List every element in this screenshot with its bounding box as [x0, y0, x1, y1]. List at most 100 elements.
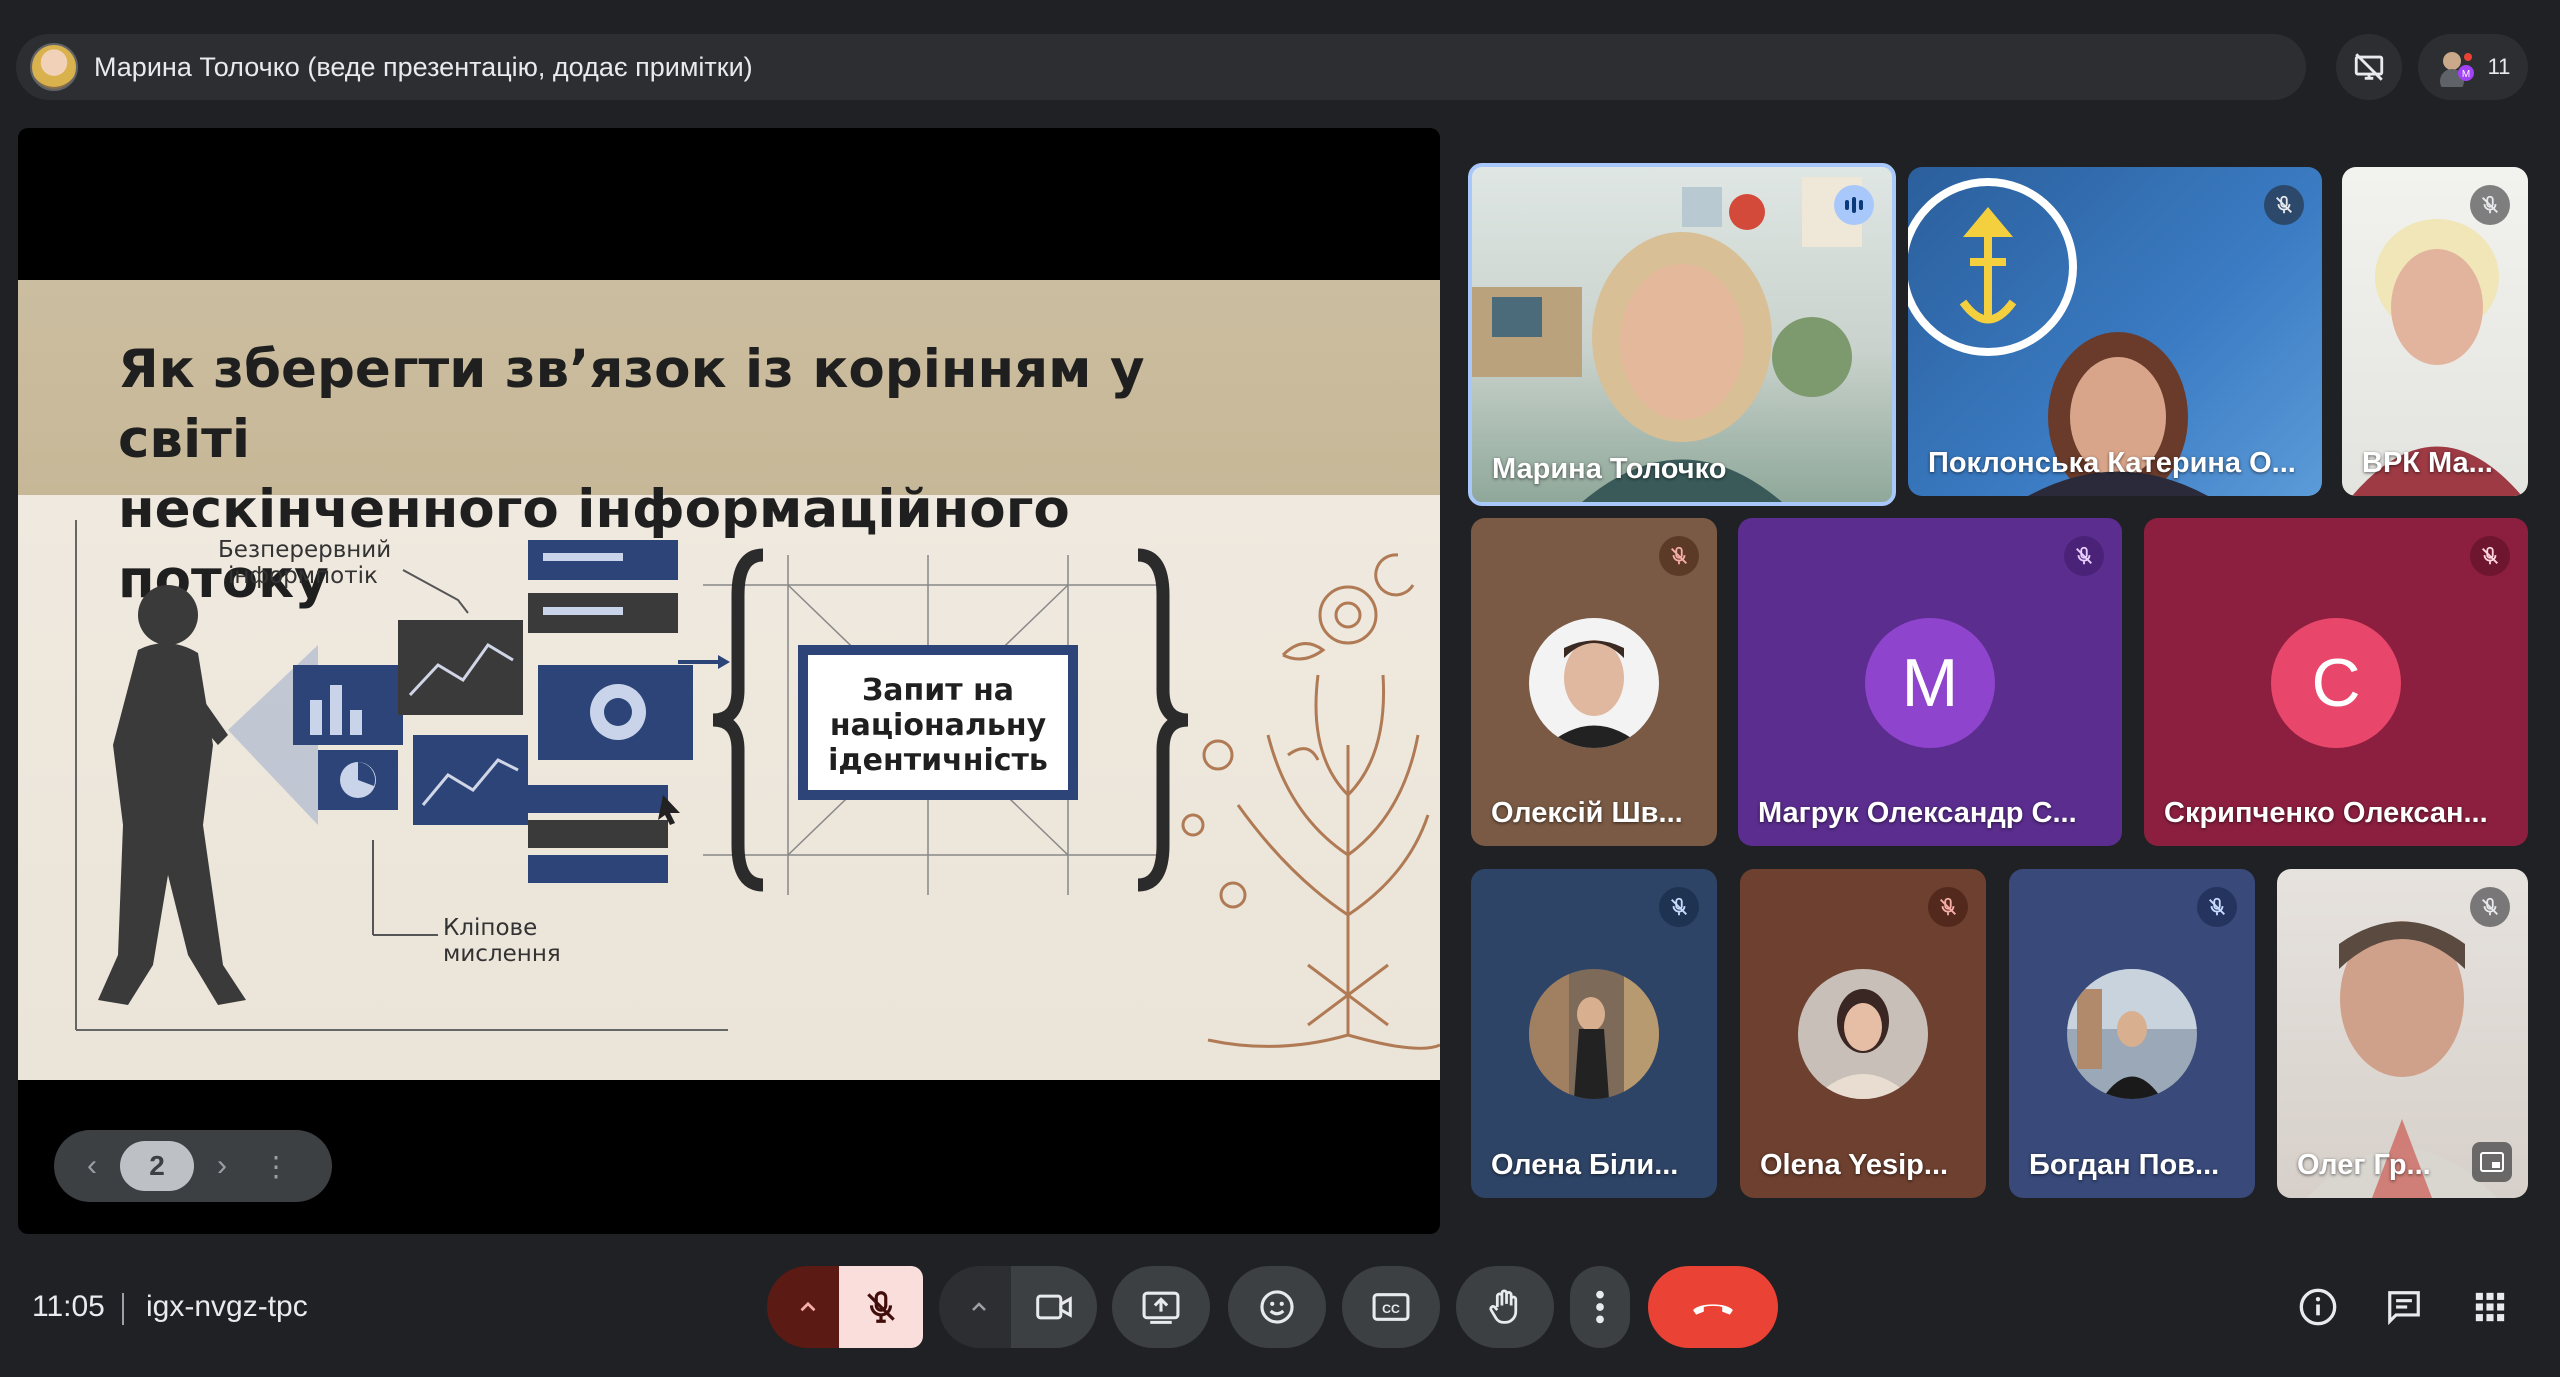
present-screen-button[interactable] [1112, 1266, 1210, 1348]
participant-avatar [1529, 618, 1659, 748]
apps-grid-icon [2475, 1292, 2505, 1322]
participant-avatar [1529, 969, 1659, 1099]
avatar-photo [1813, 989, 1913, 1099]
slide-illustration: Безперервний інформпотік Кліпове мисленн… [75, 520, 1440, 1050]
activities-button[interactable] [2465, 1282, 2515, 1332]
more-vert-icon[interactable]: ⋮ [256, 1150, 296, 1183]
closed-captions-icon: CC [1372, 1293, 1410, 1321]
footer-divider [122, 1293, 124, 1325]
mic-off-icon [2076, 546, 2092, 565]
page-number[interactable]: 2 [120, 1141, 194, 1191]
tree-of-life-ornament [1181, 553, 1440, 1050]
chevron-up-icon [800, 1301, 816, 1312]
slide-pager: ‹ 2 › ⋮ [54, 1130, 332, 1202]
presentation-off-button[interactable] [2336, 34, 2402, 100]
label-infostream-1: Безперервний [218, 537, 391, 563]
info-icon [2299, 1288, 2337, 1326]
participant-tile[interactable]: Богдан Пов... [2009, 869, 2255, 1198]
more-options-button[interactable] [1570, 1266, 1630, 1348]
presenter-bar-text: Марина Толочко (веде презентацію, додає … [94, 51, 753, 82]
more-vert-icon [1596, 1290, 1604, 1324]
participant-name: Поклонська Катерина О... [1928, 447, 2296, 479]
right-brace [1137, 548, 1189, 892]
participant-count: 11 [2487, 54, 2511, 79]
mic-off-icon [2276, 195, 2292, 214]
slide: Як зберегти зв’язок із корінням у світі … [18, 280, 1440, 1080]
label-infostream-2: інформпотік [228, 563, 378, 589]
participant-tile[interactable]: Olena Yesip... [1740, 869, 1986, 1198]
meeting-details-button[interactable] [2293, 1282, 2343, 1332]
mic-off-indicator [2470, 887, 2510, 927]
chevron-right-icon[interactable]: › [202, 1149, 242, 1183]
mic-off-indicator [1659, 887, 1699, 927]
camera-toggle-button[interactable] [1011, 1266, 1097, 1348]
presenter-avatar [30, 43, 78, 91]
audio-level-icon [1845, 197, 1863, 213]
identity-box-line3: ідентичність [828, 743, 1048, 778]
svg-text:CC: CC [1382, 1302, 1400, 1316]
participant-name: Скрипченко Олексан... [2164, 797, 2488, 829]
videocam-icon [1036, 1294, 1072, 1320]
mic-off-icon [1671, 546, 1687, 565]
mic-off-indicator [2470, 185, 2510, 225]
mic-off-icon [2482, 897, 2498, 916]
participant-tile[interactable]: М Магрук Олександр С... [1738, 518, 2122, 846]
participant-name: Олена Біли... [1491, 1149, 1679, 1181]
participant-initial-avatar: М [1865, 618, 1995, 748]
svg-text:M: M [2461, 69, 2469, 80]
presentation-stage: Як зберегти зв’язок із корінням у світі … [18, 128, 1440, 1234]
participant-tile[interactable]: Олег Гр... [2277, 869, 2528, 1198]
participant-tile[interactable]: Олена Біли... [1471, 869, 1717, 1198]
raise-hand-button[interactable] [1456, 1266, 1554, 1348]
participant-avatar [2067, 969, 2197, 1099]
mic-toggle-button[interactable] [839, 1266, 923, 1348]
mic-off-icon [867, 1291, 895, 1323]
avatar-photo [2067, 969, 2197, 1099]
presentation-off-icon [2354, 53, 2384, 81]
participant-name: Олег Гр... [2297, 1149, 2431, 1181]
participant-name: Богдан Пов... [2029, 1149, 2220, 1181]
leave-call-button[interactable] [1648, 1266, 1778, 1348]
participant-name: ВРК Ма... [2362, 447, 2493, 479]
present-to-all-icon [1142, 1291, 1180, 1324]
chevron-left-icon[interactable]: ‹ [72, 1149, 112, 1183]
identity-box-line1: Запит на [862, 673, 1014, 708]
mic-off-icon [2482, 546, 2498, 565]
participant-name: Олексій Шв... [1491, 797, 1683, 829]
raise-hand-icon [1489, 1289, 1518, 1324]
avatar-photo [1529, 969, 1659, 1099]
mic-off-icon [1940, 897, 1956, 916]
video-options-button[interactable] [939, 1266, 1019, 1348]
picture-in-picture-icon [2480, 1152, 2504, 1172]
participant-name: Olena Yesip... [1760, 1149, 1949, 1181]
picture-in-picture-button[interactable] [2472, 1142, 2512, 1182]
label-clip-2: мислення [443, 941, 561, 967]
mic-off-indicator [2470, 536, 2510, 576]
mic-off-icon [1671, 897, 1687, 916]
avatar-photo [1544, 640, 1644, 748]
person-silhouette [98, 585, 246, 1005]
mic-off-indicator [2197, 887, 2237, 927]
participants-button[interactable]: M 11 [2418, 34, 2528, 100]
left-brace [712, 548, 764, 892]
label-clip-1: Кліпове [443, 915, 537, 941]
participant-tile[interactable]: С Скрипченко Олексан... [2144, 518, 2528, 846]
data-screens [293, 540, 730, 883]
participant-initial: М [1901, 645, 1959, 721]
participant-tile[interactable]: Поклонська Катерина О... [1908, 167, 2322, 496]
participant-name: Марина Толочко [1492, 453, 1727, 485]
participant-tile[interactable]: ВРК Ма... [2342, 167, 2528, 496]
captions-button[interactable]: CC [1342, 1266, 1440, 1348]
participant-tile[interactable]: Олексій Шв... [1471, 518, 1717, 846]
participant-tile[interactable]: Марина Толочко [1468, 163, 1896, 506]
participant-name: Магрук Олександр С... [1758, 797, 2077, 829]
meeting-code: igx-nvgz-tpc [146, 1290, 308, 1323]
audio-options-button[interactable] [767, 1266, 849, 1348]
chat-button[interactable] [2379, 1282, 2429, 1332]
reactions-button[interactable] [1228, 1266, 1326, 1348]
participants-avatars-icon: M [2439, 52, 2474, 87]
mic-off-icon [2209, 897, 2225, 916]
participant-avatar [1798, 969, 1928, 1099]
chat-icon [2388, 1291, 2420, 1326]
mic-off-indicator [2064, 536, 2104, 576]
